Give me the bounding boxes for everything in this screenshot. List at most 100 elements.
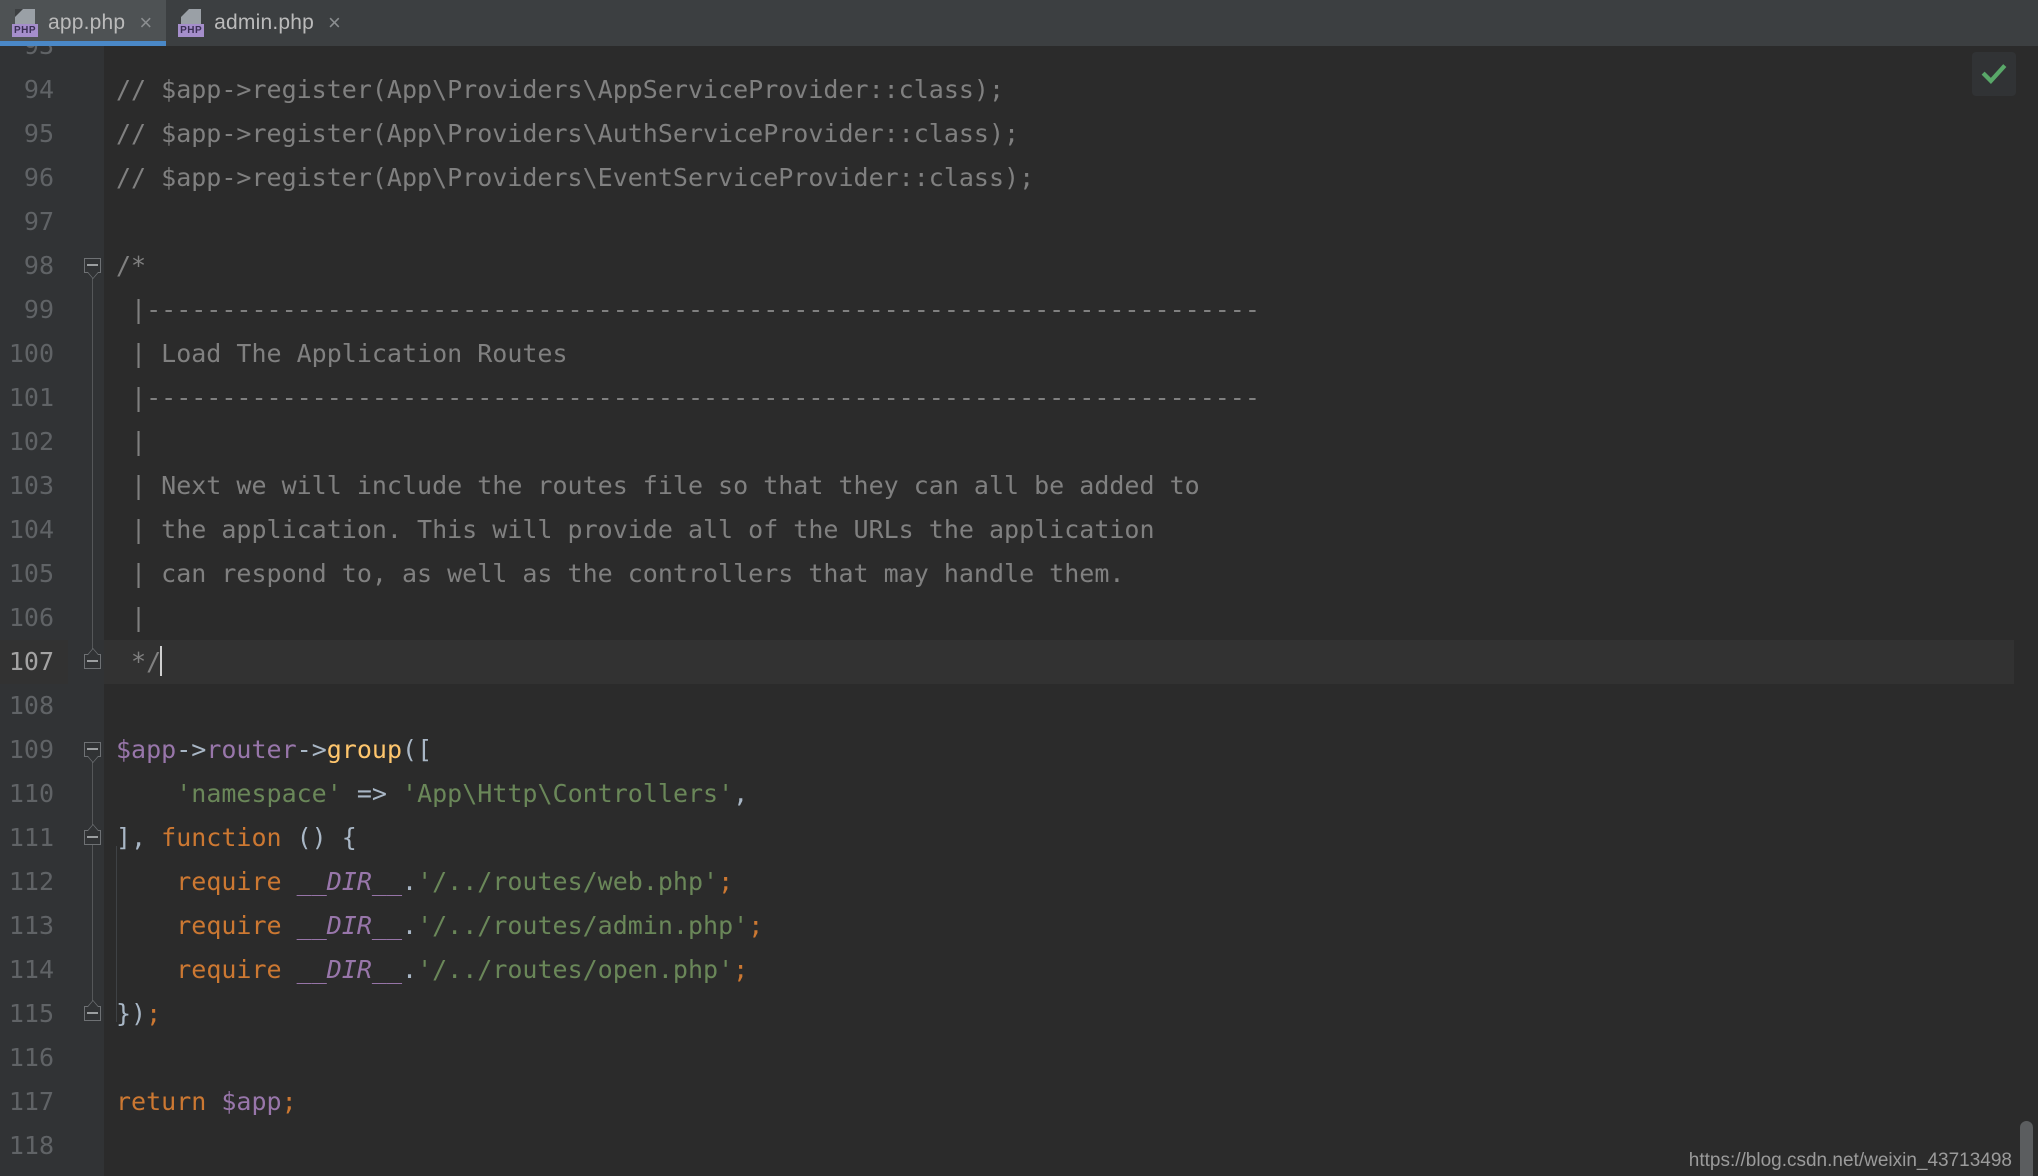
watermark-text: https://blog.csdn.net/weixin_43713498	[1688, 1150, 2012, 1171]
tab-label: admin.php	[214, 11, 315, 34]
code-token-comment: | can respond to, as well as the control…	[116, 559, 1125, 588]
code-token-punct: .	[402, 911, 418, 940]
close-icon[interactable]: ×	[139, 12, 152, 34]
code-line[interactable]: ], function () {	[104, 816, 2038, 860]
code-token-punct: ([	[402, 735, 433, 764]
fold-toggle-down[interactable]	[84, 742, 101, 764]
code-token-comment: // $app->register(App\Providers\AppServi…	[116, 75, 1005, 104]
tab-admin-php[interactable]: PHP admin.php ×	[166, 0, 355, 46]
line-number[interactable]: 116	[0, 1036, 68, 1080]
code-token-punct: ,	[733, 779, 749, 808]
code-line[interactable]: |	[104, 596, 2038, 640]
line-number[interactable]: 102	[0, 420, 68, 464]
line-number[interactable]: 93	[0, 46, 68, 68]
close-icon[interactable]: ×	[328, 12, 341, 34]
php-file-icon: PHP	[178, 9, 205, 37]
line-number[interactable]: 101	[0, 376, 68, 420]
line-number[interactable]: 115	[0, 992, 68, 1036]
code-token-kw: ;	[733, 955, 749, 984]
line-number[interactable]: 100	[0, 332, 68, 376]
code-token-string: '/../routes/open.php'	[417, 955, 734, 984]
code-line-current[interactable]: */	[104, 640, 2038, 684]
code-line[interactable]: |	[104, 420, 2038, 464]
line-number[interactable]: 110	[0, 772, 68, 816]
vertical-scrollbar-track[interactable]	[2014, 46, 2038, 1176]
code-line[interactable]: $app->router->group([	[104, 728, 2038, 772]
line-number[interactable]: 108	[0, 684, 68, 728]
fold-toggle-up[interactable]	[84, 1000, 101, 1028]
line-number[interactable]: 113	[0, 904, 68, 948]
line-number[interactable]: 117	[0, 1080, 68, 1124]
code-line[interactable]: // $app->register(App\Providers\AppServi…	[104, 68, 2038, 112]
php-badge-label: PHP	[12, 24, 38, 37]
code-line[interactable]: |---------------------------------------…	[104, 288, 2038, 332]
code-line[interactable]: // $app->register(App\Providers\EventSer…	[104, 156, 2038, 200]
text-caret	[160, 646, 163, 676]
line-number[interactable]: 99	[0, 288, 68, 332]
code-line[interactable]: require __DIR__.'/../routes/web.php';	[104, 860, 2038, 904]
line-number[interactable]: 118	[0, 1124, 68, 1168]
vertical-scrollbar-thumb[interactable]	[2020, 1121, 2033, 1176]
checkmark-icon	[1981, 64, 2007, 84]
code-token-kw: function	[161, 823, 282, 852]
code-token-comment: // $app->register(App\Providers\AuthServ…	[116, 119, 1020, 148]
code-line[interactable]: | Load The Application Routes	[104, 332, 2038, 376]
line-number[interactable]: 111	[0, 816, 68, 860]
line-number[interactable]: 106	[0, 596, 68, 640]
code-token-string: 'App\Http\Controllers'	[402, 779, 734, 808]
code-line[interactable]: return $app;	[104, 1080, 2038, 1124]
line-number[interactable]: 97	[0, 200, 68, 244]
code-line[interactable]: 'namespace' => 'App\Http\Controllers',	[104, 772, 2038, 816]
code-line[interactable]	[104, 684, 2038, 728]
code-line[interactable]	[104, 200, 2038, 244]
line-number[interactable]: 114	[0, 948, 68, 992]
line-number[interactable]: 103	[0, 464, 68, 508]
code-editor[interactable]: 9394959697989910010110210310410510610710…	[0, 46, 2038, 1176]
code-token-const: __DIR__	[296, 867, 402, 896]
code-line[interactable]	[104, 1036, 2038, 1080]
fold-toggle-up[interactable]	[84, 648, 101, 676]
code-line[interactable]: require __DIR__.'/../routes/admin.php';	[104, 904, 2038, 948]
line-number[interactable]: 96	[0, 156, 68, 200]
fold-toggle-down[interactable]	[84, 258, 101, 280]
code-line[interactable]	[104, 46, 2038, 68]
line-number[interactable]: 105	[0, 552, 68, 596]
inspection-status-widget[interactable]	[1972, 52, 2016, 96]
line-number-gutter[interactable]: 9394959697989910010110210310410510610710…	[0, 46, 82, 1176]
line-number[interactable]: 107	[0, 640, 68, 684]
fold-toggle-up[interactable]	[84, 824, 101, 852]
code-line[interactable]: | can respond to, as well as the control…	[104, 552, 2038, 596]
code-line[interactable]: require __DIR__.'/../routes/open.php';	[104, 948, 2038, 992]
code-token-punct: () {	[281, 823, 357, 852]
code-token-punct: ->	[176, 735, 207, 764]
tab-label: app.php	[48, 11, 126, 34]
code-folding-gutter[interactable]	[82, 46, 104, 1176]
code-line[interactable]: /*	[104, 244, 2038, 288]
line-number[interactable]: 109	[0, 728, 68, 772]
code-token-comment: | Load The Application Routes	[116, 339, 568, 368]
code-line[interactable]: | Next we will include the routes file s…	[104, 464, 2038, 508]
code-token-kw: ;	[718, 867, 734, 896]
code-token-comment: | the application. This will provide all…	[116, 515, 1155, 544]
line-number[interactable]: 104	[0, 508, 68, 552]
code-line[interactable]: | the application. This will provide all…	[104, 508, 2038, 552]
line-number[interactable]: 98	[0, 244, 68, 288]
tab-app-php[interactable]: PHP app.php ×	[0, 0, 167, 46]
line-number[interactable]: 94	[0, 68, 68, 112]
line-number[interactable]: 95	[0, 112, 68, 156]
editor-tab-bar: PHP app.php × PHP admin.php ×	[0, 0, 2038, 46]
line-number[interactable]: 112	[0, 860, 68, 904]
code-token-punct: })	[116, 999, 147, 1028]
code-line[interactable]: // $app->register(App\Providers\AuthServ…	[104, 112, 2038, 156]
code-token-kw: require	[176, 955, 282, 984]
code-token-var: $app	[116, 735, 177, 764]
code-line[interactable]: |---------------------------------------…	[104, 376, 2038, 420]
code-token-kw: return	[116, 1087, 207, 1116]
code-token-comment: */	[116, 647, 162, 676]
code-line[interactable]: });	[104, 992, 2038, 1036]
code-text-area[interactable]: // $app->register(App\Providers\AppServi…	[104, 46, 2038, 1176]
